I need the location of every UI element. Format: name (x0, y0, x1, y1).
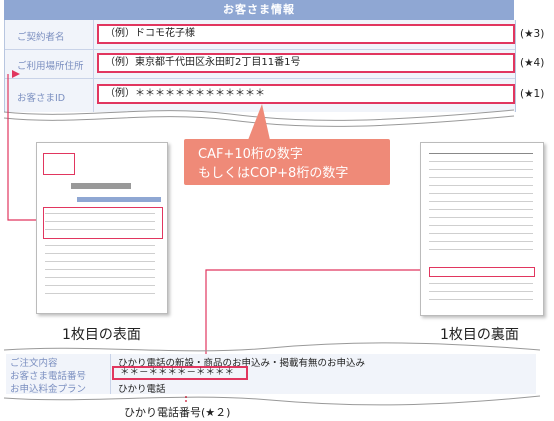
red-stamp (43, 153, 75, 175)
back-caption: 1枚目の裏面 (440, 327, 519, 343)
front-page-thumbnail (36, 142, 168, 314)
order-table: ご注文内容 ひかり電話の新設・商品のお申込み・掲載有無のお申込み お客さま電話番… (6, 354, 536, 395)
doc-title-bar (71, 183, 131, 189)
callout-line-1: CAF+10桁の数字 (198, 147, 303, 162)
back-page-thumbnail (420, 142, 544, 316)
phone-number-value: ＊＊－＊＊＊＊－＊＊＊＊ (112, 366, 248, 380)
highlighted-phone-box (429, 267, 535, 277)
callout-line-2: もしくはCOP+8桁の数字 (198, 166, 349, 181)
phone-number-label: お客さま電話番号 (10, 371, 87, 382)
plan-label: お申込料金プラン (10, 384, 87, 395)
front-caption: 1枚目の表面 (62, 327, 141, 343)
phone-number-annotation: ひかり電話番号(★２) (124, 406, 231, 419)
order-content-label: ご注文内容 (10, 358, 58, 369)
highlighted-info-box (43, 207, 163, 239)
column-separator (110, 354, 111, 394)
plan-value: ひかり電話 (118, 384, 166, 395)
customer-id-callout: CAF+10桁の数字 もしくはCOP+8桁の数字 (184, 139, 390, 185)
doc-header-bar (77, 197, 161, 202)
